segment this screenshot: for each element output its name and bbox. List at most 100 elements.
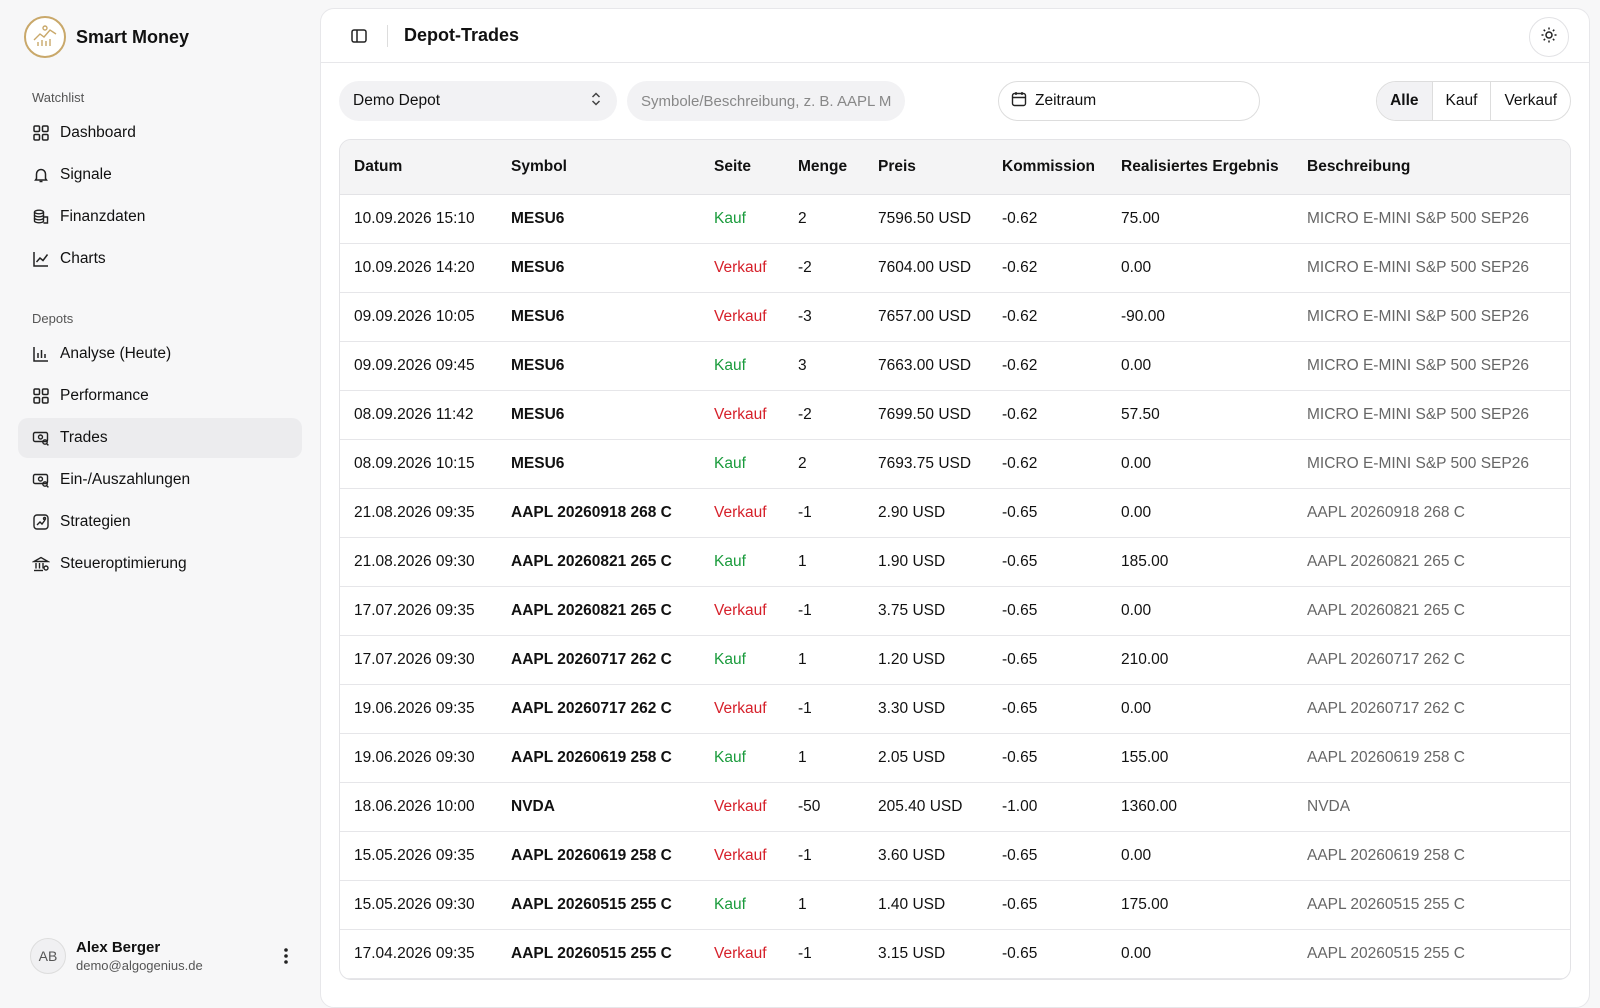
table-row[interactable]: 17.04.2026 09:35 AAPL 20260515 255 C Verka… (340, 929, 1570, 979)
cell-seite: Verkauf (700, 782, 784, 832)
cell-datum: 17.07.2026 09:30 (340, 635, 497, 685)
cell-ergebnis: 0.00 (1107, 831, 1293, 881)
filter-verkauf[interactable]: Verkauf (1491, 82, 1570, 120)
cell-beschreibung: AAPL 20260717 262 C (1293, 684, 1570, 734)
table-row[interactable]: 10.09.2026 14:20 MESU6 Verkauf -2 7604.00 US… (340, 243, 1570, 293)
column-header[interactable]: Beschreibung (1293, 140, 1570, 195)
section-label-watchlist: Watchlist (32, 90, 85, 105)
sidebar-item-finanzdaten[interactable]: Finanzdaten (18, 197, 302, 237)
cell-beschreibung: AAPL 20260821 265 C (1293, 537, 1570, 587)
sidebar-item-label: Analyse (Heute) (60, 345, 172, 362)
table-row[interactable]: 08.09.2026 11:42 MESU6 Verkauf -2 7699.50 US… (340, 390, 1570, 440)
cell-preis: 1.90 USD (864, 537, 988, 587)
table-row[interactable]: 15.05.2026 09:35 AAPL 20260619 258 C Verka… (340, 831, 1570, 881)
more-vertical-icon[interactable] (276, 944, 296, 968)
cell-menge: -3 (784, 292, 864, 342)
cell-seite: Kauf (700, 439, 784, 489)
main-panel: Depot-Trades Demo Depot Zeitraum (320, 8, 1590, 1008)
sidebar-item-signale[interactable]: Signale (18, 155, 302, 195)
cell-kommission: -0.62 (988, 243, 1107, 293)
cell-beschreibung: NVDA (1293, 782, 1570, 832)
filter-alle[interactable]: Alle (1377, 82, 1433, 120)
sidebar-item-analyse[interactable]: Analyse (Heute) (18, 334, 302, 374)
cell-symbol: AAPL 20260821 265 C (497, 586, 700, 636)
cell-datum: 21.08.2026 09:35 (340, 488, 497, 538)
table-row[interactable]: 21.08.2026 09:30 AAPL 20260821 265 C Kauf 1… (340, 537, 1570, 587)
filter-kauf[interactable]: Kauf (1433, 82, 1492, 120)
table-row[interactable]: 15.05.2026 09:30 AAPL 20260515 255 C Kauf 1… (340, 880, 1570, 930)
cell-datum: 19.06.2026 09:30 (340, 733, 497, 783)
sidebar-item-performance[interactable]: Performance (18, 376, 302, 416)
table-row[interactable]: 17.07.2026 09:35 AAPL 20260821 265 C Verka… (340, 586, 1570, 636)
cell-beschreibung: AAPL 20260515 255 C (1293, 880, 1570, 930)
table-row[interactable]: 19.06.2026 09:30 AAPL 20260619 258 C Kauf 1… (340, 733, 1570, 783)
cell-beschreibung: AAPL 20260821 265 C (1293, 586, 1570, 636)
table-row[interactable]: 21.08.2026 09:35 AAPL 20260918 268 C Verka… (340, 488, 1570, 538)
table-row[interactable]: 09.09.2026 10:05 MESU6 Verkauf -3 7657.00 US… (340, 292, 1570, 342)
cell-symbol: AAPL 20260515 255 C (497, 880, 700, 930)
user-profile[interactable]: AB Alex Berger demo@algogenius.de (30, 938, 296, 974)
search-input[interactable] (627, 81, 905, 121)
table-row[interactable]: 19.06.2026 09:35 AAPL 20260717 262 C Verka… (340, 684, 1570, 734)
sidebar-item-ein-auszahlungen[interactable]: Ein-/Auszahlungen (18, 460, 302, 500)
column-header[interactable]: Datum (340, 140, 497, 195)
theme-toggle-button[interactable] (1529, 17, 1569, 57)
banknote-search-icon (32, 471, 50, 489)
logo-icon (24, 16, 66, 58)
depot-select[interactable]: Demo Depot (339, 81, 617, 121)
cell-ergebnis: 57.50 (1107, 390, 1293, 440)
cell-menge: 1 (784, 880, 864, 930)
bell-icon (32, 166, 50, 184)
brand-name: Smart Money (76, 26, 190, 47)
column-header[interactable]: Symbol (497, 140, 700, 195)
cell-ergebnis: 0.00 (1107, 684, 1293, 734)
sidebar-item-strategien[interactable]: Strategien (18, 502, 302, 542)
sidebar-item-steueroptimierung[interactable]: Steueroptimierung (18, 544, 302, 584)
cell-preis: 3.60 USD (864, 831, 988, 881)
cell-preis: 2.05 USD (864, 733, 988, 783)
cell-beschreibung: MICRO E-MINI S&P 500 SEP26 (1293, 390, 1570, 440)
cell-datum: 15.05.2026 09:35 (340, 831, 497, 881)
calendar-icon (1011, 91, 1027, 112)
user-email: demo@algogenius.de (76, 958, 203, 973)
table-row[interactable]: 17.07.2026 09:30 AAPL 20260717 262 C Kauf 1… (340, 635, 1570, 685)
cell-preis: 7699.50 USD (864, 390, 988, 440)
sidebar-item-dashboard[interactable]: Dashboard (18, 113, 302, 153)
bank-icon (32, 555, 50, 573)
cell-menge: -2 (784, 390, 864, 440)
table-row[interactable]: 09.09.2026 09:45 MESU6 Kauf 3 7663.00 USD -0.… (340, 341, 1570, 391)
cell-datum: 15.05.2026 09:30 (340, 880, 497, 930)
column-header[interactable]: Kommission (988, 140, 1107, 195)
cell-symbol: MESU6 (497, 243, 700, 293)
table-row[interactable]: 08.09.2026 10:15 MESU6 Kauf 2 7693.75 USD -0.… (340, 439, 1570, 489)
cell-preis: 3.75 USD (864, 586, 988, 636)
cell-datum: 19.06.2026 09:35 (340, 684, 497, 734)
table-row[interactable]: 18.06.2026 10:00 NVDA Verkauf -50 205.40 USD… (340, 782, 1570, 832)
avatar: AB (30, 938, 66, 974)
cell-menge: 1 (784, 537, 864, 587)
table-row[interactable]: 10.09.2026 15:10 MESU6 Kauf 2 7596.50 USD -0.… (340, 194, 1570, 244)
cell-menge: -1 (784, 831, 864, 881)
line-chart-icon (32, 250, 50, 268)
sidebar-item-charts[interactable]: Charts (18, 239, 302, 279)
sidebar-toggle-icon[interactable] (341, 18, 377, 54)
column-header[interactable]: Menge (784, 140, 864, 195)
column-header[interactable]: Preis (864, 140, 988, 195)
cell-seite: Kauf (700, 537, 784, 587)
sidebar-item-trades[interactable]: Trades (18, 418, 302, 458)
cell-kommission: -0.62 (988, 439, 1107, 489)
cell-datum: 10.09.2026 15:10 (340, 194, 497, 244)
cell-beschreibung: MICRO E-MINI S&P 500 SEP26 (1293, 292, 1570, 342)
date-range-picker[interactable]: Zeitraum (998, 81, 1260, 121)
cell-menge: -1 (784, 684, 864, 734)
column-header[interactable]: Seite (700, 140, 784, 195)
brand[interactable]: Smart Money (18, 14, 302, 60)
trades-table: Datum Symbol Seite Menge Preis Kommissio… (340, 140, 1570, 979)
cell-preis: 2.90 USD (864, 488, 988, 538)
cell-beschreibung: AAPL 20260918 268 C (1293, 488, 1570, 538)
cell-ergebnis: 210.00 (1107, 635, 1293, 685)
depot-select-value: Demo Depot (353, 92, 441, 109)
sidebar-item-label: Finanzdaten (60, 208, 146, 225)
column-header[interactable]: Realisiertes Ergebnis (1107, 140, 1293, 195)
chart-box-icon (32, 513, 50, 531)
